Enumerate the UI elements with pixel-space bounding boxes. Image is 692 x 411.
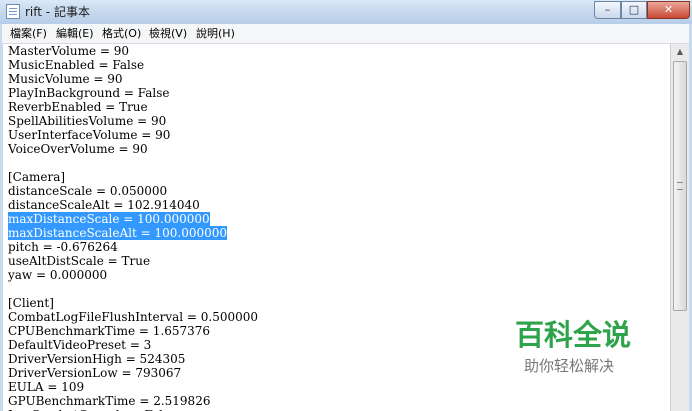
- scroll-thumb[interactable]: [673, 61, 687, 311]
- notepad-window: rift - 記事本 – □ ✕ 檔案(F) 編輯(E) 格式(O) 檢視(V)…: [0, 0, 692, 411]
- text-line: useAltDistScale = True: [8, 254, 151, 268]
- text-line: ReverbEnabled = True: [8, 100, 148, 114]
- window-title: rift - 記事本: [25, 5, 90, 19]
- menu-file[interactable]: 檔案(F): [10, 26, 47, 41]
- title-bar[interactable]: rift - 記事本 – □ ✕: [0, 0, 692, 24]
- notepad-icon[interactable]: [6, 4, 20, 19]
- text-line: DefaultVideoPreset = 3: [8, 338, 152, 352]
- menu-format[interactable]: 格式(O): [102, 26, 141, 41]
- watermark-subtitle: 助你轻松解决: [524, 357, 615, 375]
- menu-help[interactable]: 說明(H): [196, 26, 235, 41]
- text-line: PlayInBackground = False: [8, 86, 170, 100]
- watermark-logo: 百科全说 助你轻松解决: [515, 318, 645, 378]
- text-line: CPUBenchmarkTime = 1.657376: [8, 324, 211, 338]
- watermark-title: 百科全说: [515, 318, 632, 352]
- text-line: [Client]: [8, 296, 54, 310]
- text-line: MusicEnabled = False: [8, 58, 145, 72]
- text-line: DriverVersionHigh = 524305: [8, 352, 186, 366]
- menu-bar: 檔案(F) 編輯(E) 格式(O) 檢視(V) 說明(H): [2, 24, 690, 44]
- text-line: distanceScaleAlt = 102.914040: [8, 198, 200, 212]
- minimize-button[interactable]: –: [594, 1, 621, 19]
- grip-icon: [677, 182, 683, 190]
- text-line: [Camera]: [8, 170, 66, 184]
- text-line: maxDistanceScaleAlt = 100.000000: [8, 226, 228, 240]
- maximize-button[interactable]: □: [621, 1, 647, 19]
- text-line: SpellAbilitiesVolume = 90: [8, 114, 167, 128]
- menu-view[interactable]: 檢視(V): [149, 26, 187, 41]
- text-line: CombatLogFileFlushInterval = 0.500000: [8, 310, 259, 324]
- text-line: distanceScale = 0.050000: [8, 184, 168, 198]
- close-button[interactable]: ✕: [647, 1, 690, 19]
- vertical-scrollbar[interactable]: ▲: [670, 44, 689, 411]
- text-line: VoiceOverVolume = 90: [8, 142, 148, 156]
- menu-edit[interactable]: 編輯(E): [56, 26, 94, 41]
- text-line: yaw = 0.000000: [8, 268, 108, 282]
- text-line: pitch = -0.676264: [8, 240, 118, 254]
- text-line: maxDistanceScale = 100.000000: [8, 212, 210, 226]
- text-line: EULA = 109: [8, 380, 85, 394]
- text-line: GPUBenchmarkTime = 2.519826: [8, 394, 211, 408]
- text-line: MusicVolume = 90: [8, 72, 123, 86]
- scroll-up-arrow-icon[interactable]: ▲: [671, 44, 689, 60]
- text-line: MasterVolume = 90: [8, 44, 130, 58]
- text-line: DriverVersionLow = 793067: [8, 366, 182, 380]
- text-line: UserInterfaceVolume = 90: [8, 128, 171, 142]
